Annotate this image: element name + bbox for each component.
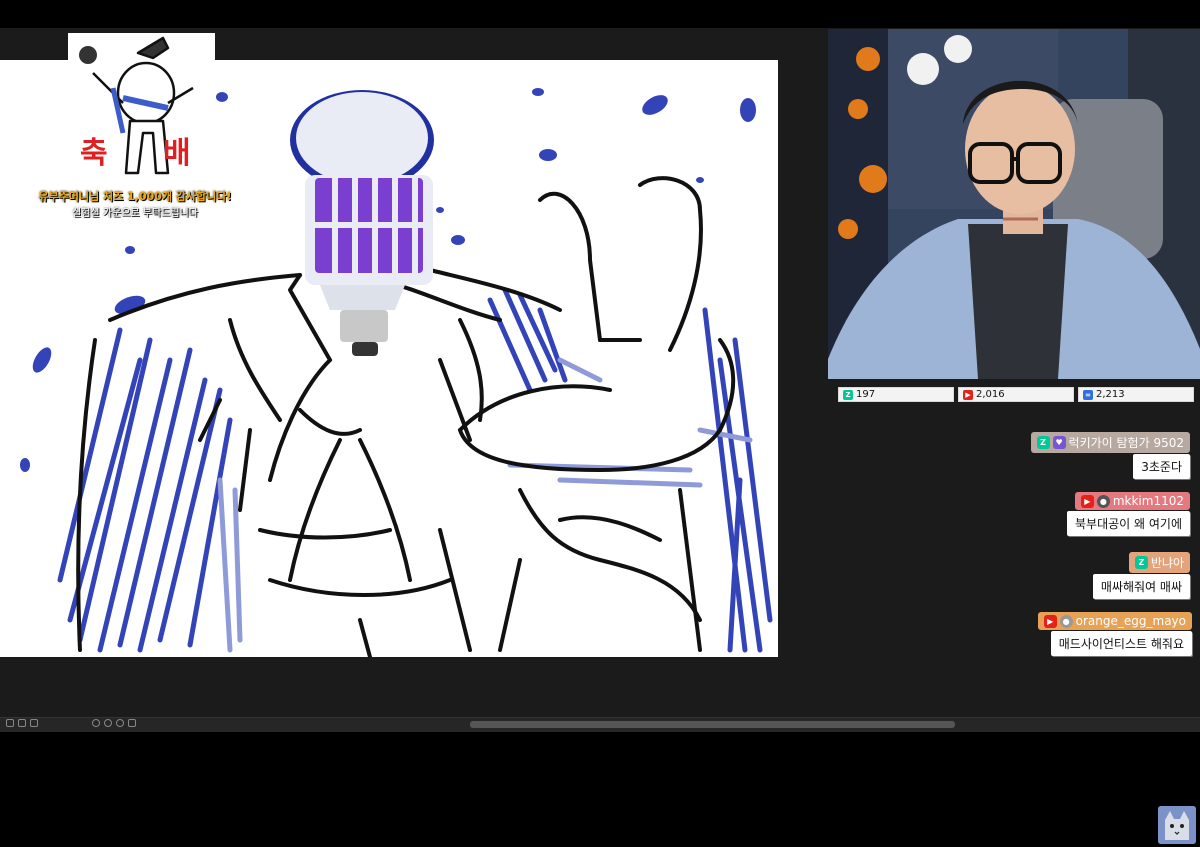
chat-username: 반냐아 — [1150, 556, 1184, 570]
youtube-icon: ▶ — [963, 389, 973, 400]
chat-message: ▶ ● orange_egg_mayo 매드사이언티스트 해줘요 — [1037, 612, 1192, 656]
stat-youtube: ▶ 2,016 — [958, 387, 1074, 402]
donation-message-line2: 실험실 가운으로 부탁드립니다 — [72, 208, 198, 219]
chzzk-icon: Z — [1134, 556, 1148, 569]
stat-afreeca-value: 2,213 — [1096, 389, 1125, 400]
chat-username-tag: ▶ ● mkkim1102 — [1074, 492, 1190, 510]
chat-username-tag: ▶ ● orange_egg_mayo — [1037, 612, 1192, 630]
chat-text: 매싸해줘여 매싸 — [1092, 574, 1190, 599]
heart-icon: ♥ — [1052, 436, 1066, 449]
stop-icon[interactable] — [18, 719, 26, 727]
stat-afreeca: ∞ 2,213 — [1078, 387, 1194, 402]
stat-youtube-value: 2,016 — [976, 389, 1005, 400]
stat-chzzk: Z 197 — [838, 387, 954, 402]
donation-message-line1: 유부주머니님 치즈 1,000개 감사합니다! — [38, 190, 232, 203]
donation-sign-right: 배 — [163, 136, 191, 171]
bug-zapper-bulb — [290, 90, 434, 356]
zoom-icon[interactable] — [30, 719, 38, 727]
chat-text: 3초준다 — [1133, 454, 1190, 479]
donation-alert-image: 축 배 — [68, 33, 215, 183]
stat-chzzk-value: 197 — [856, 389, 876, 400]
chzzk-icon: Z — [843, 389, 853, 400]
chat-message: Z ♥ 럭키가이 탐험가 9502 3초준다 — [1030, 432, 1190, 479]
streamer-webcam-image — [828, 29, 1200, 379]
chat-message: Z 반냐아 매싸해줘여 매싸 — [1092, 552, 1190, 599]
cat-logo — [1158, 806, 1196, 844]
cat-icon — [1158, 806, 1196, 844]
chat-username-tag: Z ♥ 럭키가이 탐험가 9502 — [1030, 432, 1190, 453]
webcam-feed — [828, 29, 1200, 379]
youtube-icon: ▶ — [1043, 614, 1057, 628]
youtube-icon: ▶ — [1080, 494, 1094, 508]
chzzk-icon: Z — [1036, 436, 1050, 449]
reset-view-icon[interactable] — [116, 719, 124, 727]
chat-message: ▶ ● mkkim1102 북부대공이 왜 여기에 — [1067, 492, 1190, 536]
chat-text: 북부대공이 왜 여기에 — [1067, 511, 1190, 536]
chat-username: mkkim1102 — [1112, 494, 1184, 508]
horizontal-scrollbar[interactable] — [470, 721, 955, 728]
chat-username-tag: Z 반냐아 — [1128, 552, 1190, 573]
chat-username: 럭키가이 탐험가 9502 — [1068, 436, 1184, 450]
chat-username: orange_egg_mayo — [1075, 614, 1186, 628]
avatar-icon: ● — [1059, 614, 1073, 628]
rotate-left-icon[interactable] — [92, 719, 100, 727]
rotate-right-icon[interactable] — [104, 719, 112, 727]
chat-text: 매드사이언티스트 해줘요 — [1050, 631, 1192, 656]
flip-icon[interactable] — [128, 719, 136, 727]
viewer-stats-bar: Z 197 ▶ 2,016 ∞ 2,213 — [838, 387, 1194, 404]
add-icon[interactable] — [6, 719, 14, 727]
donation-sign-left: 축 — [80, 136, 108, 171]
avatar-icon: ● — [1096, 494, 1110, 508]
afreeca-icon: ∞ — [1083, 389, 1093, 400]
